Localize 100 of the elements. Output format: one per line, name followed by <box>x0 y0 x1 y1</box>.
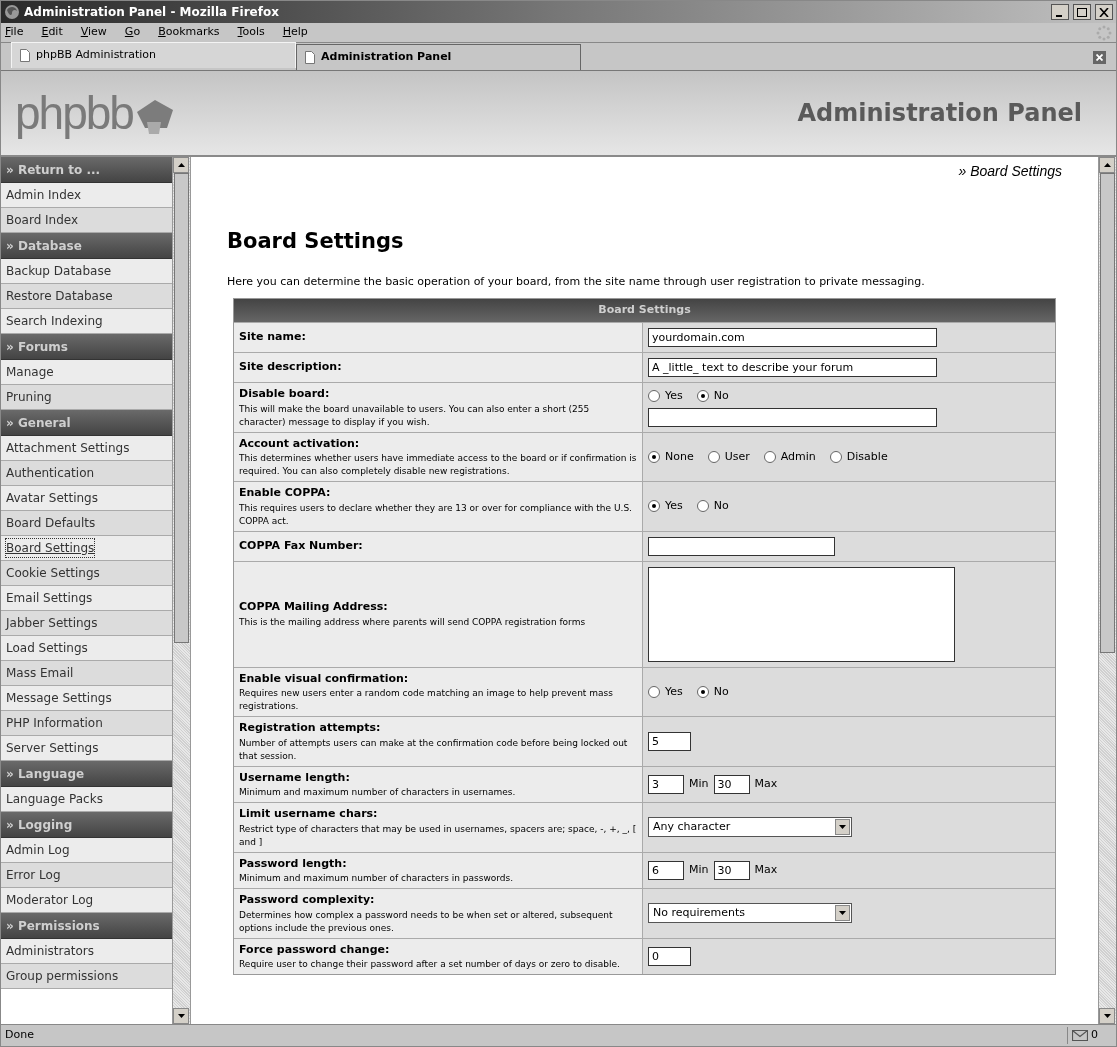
dropdown[interactable]: No requirements <box>648 903 852 924</box>
sidebar-link[interactable]: Language Packs <box>1 787 172 812</box>
setting-description: Determines how complex a password needs to be when set or altered, subsequent options include the previous ones. <box>239 908 614 935</box>
setting-description: This will make the board unavailable to users. You can also enter a short (255 character) message to display if you wish. <box>239 402 591 429</box>
menu-item[interactable]: View <box>80 24 107 41</box>
sidebar-link[interactable]: Admin Index <box>1 183 172 208</box>
sidebar-section-header: » Logging <box>1 812 172 838</box>
sidebar-section-header: » Language <box>1 761 172 787</box>
text-field[interactable]: 3 <box>648 774 684 794</box>
radio-button[interactable] <box>696 685 709 698</box>
sidebar-link[interactable]: Group permissions <box>1 964 172 989</box>
setting-label: Username length: <box>239 769 351 786</box>
menu-item[interactable]: Edit <box>41 24 63 41</box>
scrollbar-thumb[interactable] <box>174 173 189 643</box>
min-label: Min <box>689 776 709 792</box>
scrollbar-thumb[interactable] <box>1100 173 1115 653</box>
radio-option[interactable]: None <box>648 448 694 465</box>
sidebar-link[interactable]: PHP Information <box>1 711 172 736</box>
text-field[interactable]: A _little_ text to describe your forum <box>648 358 937 377</box>
dropdown[interactable]: Any character <box>648 817 852 838</box>
menu-item[interactable]: File <box>5 24 24 41</box>
radio-button[interactable] <box>829 450 842 463</box>
text-field[interactable] <box>648 536 835 556</box>
minimize-button-icon[interactable] <box>1051 4 1069 20</box>
sidebar-link[interactable]: Authentication <box>1 461 172 486</box>
sidebar-section-header: » Permissions <box>1 913 172 939</box>
sidebar-link[interactable]: Mass Email <box>1 661 172 686</box>
radio-option[interactable]: No <box>696 388 729 405</box>
sidebar-link[interactable]: Administrators <box>1 939 172 964</box>
setting-label: Enable COPPA: <box>239 485 332 501</box>
radio-option[interactable]: Yes <box>648 683 683 700</box>
browser-tab[interactable]: Administration Panel <box>296 44 581 70</box>
sidebar-link[interactable]: Error Log <box>1 863 172 888</box>
window-title: Administration Panel - Mozilla Firefox <box>24 4 279 21</box>
setting-label: Registration attempts: <box>239 720 382 736</box>
scrollbar[interactable] <box>1098 157 1116 1024</box>
page-icon <box>305 51 315 64</box>
breadcrumb: » Board Settings <box>958 162 1062 181</box>
radio-option[interactable]: Admin <box>763 448 816 465</box>
sidebar-link[interactable]: Admin Log <box>1 838 172 863</box>
sidebar-link[interactable]: Attachment Settings <box>1 436 172 461</box>
setting-description: Minimum and maximum number of characters in usernames. <box>239 786 517 799</box>
close-button-icon[interactable] <box>1095 4 1113 20</box>
radio-button[interactable] <box>648 450 660 463</box>
text-field[interactable]: 30 <box>713 774 750 794</box>
setting-description: Minimum and maximum number of characters in passwords. <box>239 872 515 885</box>
mail-icon <box>1072 1030 1088 1041</box>
text-field[interactable]: 5 <box>648 731 691 751</box>
sidebar-link[interactable]: Search Indexing <box>1 309 172 334</box>
radio-option[interactable]: User <box>707 448 750 465</box>
sidebar-section-header: » Forums <box>1 334 172 360</box>
setting-description: Restrict type of characters that may be used in usernames, spacers are; space, -, +, _, [ and ] <box>239 822 637 849</box>
sidebar-link[interactable]: Backup Database <box>1 259 172 284</box>
sidebar-link[interactable]: Email Settings <box>1 586 172 611</box>
scrollbar[interactable] <box>172 157 190 1024</box>
radio-option[interactable]: No <box>696 683 729 700</box>
max-label: Max <box>754 776 778 792</box>
maximize-button-icon[interactable] <box>1073 4 1091 20</box>
sidebar-link[interactable]: Message Settings <box>1 686 172 711</box>
setting-label: Site description: <box>239 359 343 376</box>
text-field[interactable]: yourdomain.com <box>648 328 937 347</box>
sidebar-link[interactable]: Pruning <box>1 385 172 410</box>
text-field[interactable]: 6 <box>648 860 684 880</box>
close-tab-icon[interactable] <box>1093 51 1106 64</box>
sidebar-link[interactable]: Cookie Settings <box>1 561 172 586</box>
sidebar-link[interactable]: Server Settings <box>1 736 172 761</box>
radio-option[interactable]: Yes <box>648 498 683 515</box>
menu-item[interactable]: Bookmarks <box>158 24 220 41</box>
radio-button[interactable] <box>696 500 709 513</box>
radio-button[interactable] <box>648 685 660 698</box>
radio-option[interactable]: Disable <box>829 448 888 465</box>
setting-description: This determines whether users have immediate access to the board or if confirmation is required. You can also completely disable new registrations. <box>239 452 637 478</box>
sidebar-link[interactable]: Load Settings <box>1 636 172 661</box>
text-field[interactable]: 0 <box>648 946 691 966</box>
menu-item[interactable]: Go <box>124 24 141 41</box>
sidebar-link[interactable]: Jabber Settings <box>1 611 172 636</box>
browser-tab[interactable]: phpBB Administration <box>11 42 296 68</box>
radio-button[interactable] <box>763 450 776 463</box>
sidebar-link[interactable]: Board Index <box>1 208 172 233</box>
text-area[interactable] <box>648 566 955 662</box>
radio-option[interactable]: No <box>696 498 729 515</box>
setting-label: Password length: <box>239 855 348 872</box>
setting-description: This requires users to declare whether they are 13 or over for compliance with the U.S. COPPA act. <box>239 501 633 528</box>
sidebar-section-header: » General <box>1 410 172 436</box>
menu-item[interactable]: Tools <box>237 24 265 41</box>
radio-button[interactable] <box>648 390 660 403</box>
text-field[interactable]: 30 <box>713 860 750 880</box>
radio-option[interactable]: Yes <box>648 388 683 405</box>
max-label: Max <box>754 862 778 878</box>
sidebar-link[interactable]: Manage <box>1 360 172 385</box>
sidebar-link[interactable]: Avatar Settings <box>1 486 172 511</box>
sidebar-link[interactable]: Board Defaults <box>1 511 172 536</box>
radio-button[interactable] <box>696 390 709 403</box>
sidebar-link[interactable]: Restore Database <box>1 284 172 309</box>
sidebar-link[interactable]: Moderator Log <box>1 888 172 913</box>
text-field[interactable] <box>648 407 937 427</box>
sidebar-link[interactable]: Board Settings <box>1 536 172 561</box>
radio-button[interactable] <box>707 450 720 463</box>
menu-item[interactable]: Help <box>282 24 308 41</box>
radio-button[interactable] <box>648 500 660 513</box>
